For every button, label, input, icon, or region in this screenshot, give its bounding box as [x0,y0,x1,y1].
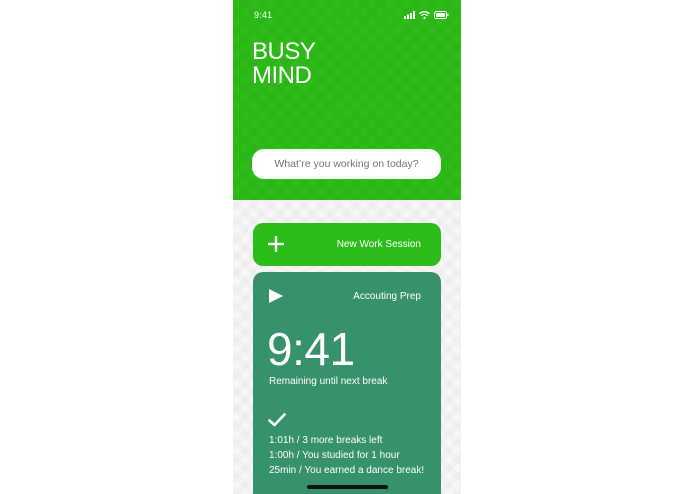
history-item: 25min / You earned a dance break! [269,465,425,476]
session-history: 1:01h / 3 more breaks left 1:00h / You s… [269,433,424,478]
history-item: 1:01h / 3 more breaks left [269,435,383,446]
battery-icon [434,10,449,19]
checkmark-icon [268,413,286,427]
status-time: 9:41 [254,10,273,20]
app-title: BUSY MIND [252,38,316,89]
wifi-icon [419,10,430,19]
plus-icon [268,236,284,252]
work-topic-input[interactable] [252,149,441,179]
status-icons [404,10,449,19]
current-session-card: Accouting Prep 9:41 Remaining until next… [253,272,441,494]
screenshot-canvas: 9:41 BUSY MIND What’re you working on to… [0,0,695,494]
new-work-session-label: New Work Session [336,239,421,250]
timer-caption: Remaining until next break [269,376,388,387]
signal-icon [404,10,415,19]
home-indicator [307,485,388,489]
history-item: 1:00h / You studied for 1 hour [269,450,400,461]
countdown-timer: 9:41 [267,323,355,375]
session-task-name: Accouting Prep [353,291,421,302]
header-panel: 9:41 BUSY MIND What’re you working on to… [233,0,461,200]
phone-screen: 9:41 BUSY MIND What’re you working on to… [233,0,461,494]
new-work-session-button[interactable]: New Work Session [253,223,441,266]
play-icon[interactable] [269,289,283,303]
